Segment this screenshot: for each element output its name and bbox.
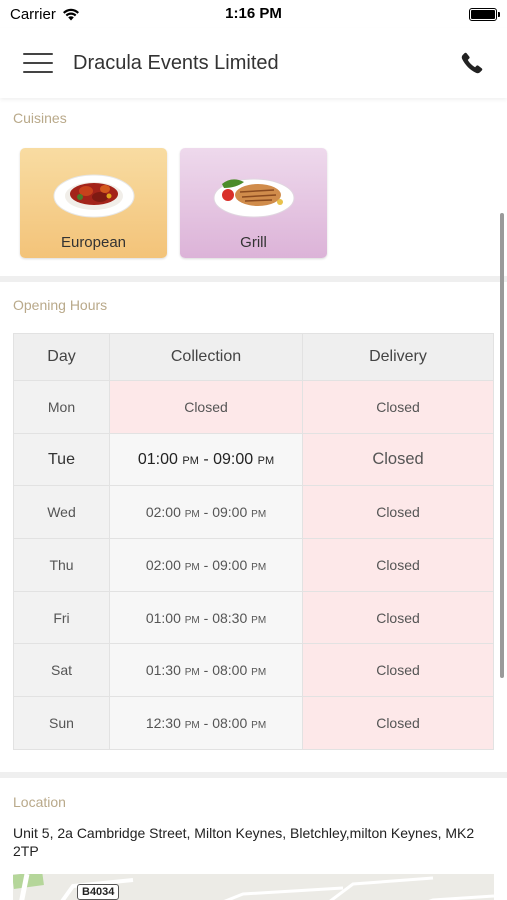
cuisine-card-european[interactable]: European xyxy=(20,148,167,258)
table-row: Tue 01:00 PM - 09:00 PM Closed xyxy=(13,432,494,487)
collection-end: 09:00 xyxy=(213,450,254,468)
collection-cell: 12:30 PM - 08:00 PM xyxy=(109,696,303,750)
delivery-cell: Closed xyxy=(302,643,494,698)
delivery-cell: Closed xyxy=(302,590,494,645)
collection-separator: - xyxy=(203,662,209,679)
collection-end-ampm: PM xyxy=(257,454,275,467)
day-cell: Tue xyxy=(13,432,110,487)
collection-start-ampm: PM xyxy=(184,509,200,521)
collection-start-ampm: PM xyxy=(184,561,200,573)
carrier-label: Carrier xyxy=(10,5,56,23)
collection-start: 01:00 xyxy=(145,609,181,626)
day-cell: Fri xyxy=(13,590,110,645)
collection-start-ampm: PM xyxy=(182,454,199,467)
cuisine-label-grill: Grill xyxy=(240,234,267,251)
table-row: Sat 01:30 PM - 08:00 PM Closed xyxy=(13,643,494,698)
menu-icon[interactable] xyxy=(23,53,53,73)
collection-end: 09:00 xyxy=(212,504,248,521)
collection-end: 08:00 xyxy=(212,662,248,679)
location-section: Location Unit 5, 2a Cambridge Street, Mi… xyxy=(0,778,507,900)
opening-hours-table: Day Collection Delivery Mon Closed Close… xyxy=(13,333,494,750)
collection-cell: 01:00 PM - 09:00 PM xyxy=(109,432,303,487)
delivery-cell: Closed xyxy=(302,432,494,487)
page-title: Dracula Events Limited xyxy=(73,51,279,74)
collection-cell: 02:00 PM - 09:00 PM xyxy=(109,538,303,592)
collection-end-ampm: PM xyxy=(251,614,267,626)
section-title-cuisines: Cuisines xyxy=(13,110,67,126)
delivery-cell: Closed xyxy=(302,696,494,750)
collection-cell: 01:30 PM - 08:00 PM xyxy=(109,643,303,698)
collection-start: 01:00 xyxy=(137,450,178,468)
header-collection: Collection xyxy=(109,333,303,381)
collection-cell: 02:00 PM - 09:00 PM xyxy=(109,485,303,540)
road-label: B4034 xyxy=(77,884,120,900)
opening-hours-section: Opening Hours Day Collection Delivery Mo… xyxy=(0,282,507,772)
collection-end-ampm: PM xyxy=(251,667,267,679)
cuisine-label-european: European xyxy=(60,234,127,251)
european-dish-image xyxy=(53,174,134,218)
collection-end-ampm: PM xyxy=(251,719,267,731)
collection-end: 08:30 xyxy=(212,609,248,626)
collection-separator: - xyxy=(203,609,209,626)
table-row: Wed 02:00 PM - 09:00 PM Closed xyxy=(13,485,494,540)
collection-cell: Closed xyxy=(109,380,303,434)
day-cell: Sun xyxy=(13,696,110,750)
collection-start: 12:30 xyxy=(145,714,181,731)
scrollbar[interactable] xyxy=(500,213,504,678)
collection-start: 02:00 xyxy=(145,556,181,573)
app-header: Dracula Events Limited xyxy=(0,28,507,98)
collection-start-ampm: PM xyxy=(184,614,200,626)
section-title-location: Location xyxy=(13,794,66,810)
collection-end-ampm: PM xyxy=(251,509,267,521)
table-row: Fri 01:00 PM - 08:30 PM Closed xyxy=(13,590,494,645)
collection-separator: - xyxy=(203,450,209,468)
collection-separator: - xyxy=(203,504,209,521)
collection-separator: - xyxy=(203,556,209,573)
collection-start: 01:30 xyxy=(145,662,181,679)
header-delivery: Delivery xyxy=(302,333,494,381)
delivery-cell: Closed xyxy=(302,485,494,540)
delivery-cell: Closed xyxy=(302,380,494,434)
delivery-cell: Closed xyxy=(302,538,494,592)
cuisines-section: Cuisines European Grill xyxy=(0,98,507,276)
status-bar: Carrier 1:16 PM xyxy=(0,0,507,28)
table-row: Mon Closed Closed xyxy=(13,380,494,434)
content: Cuisines European Grill Opening Hours Da… xyxy=(0,98,507,900)
header-day: Day xyxy=(13,333,110,381)
status-left: Carrier xyxy=(10,6,80,23)
table-row: Sun 12:30 PM - 08:00 PM Closed xyxy=(13,696,494,750)
collection-end: 08:00 xyxy=(212,714,248,731)
day-cell: Wed xyxy=(13,485,110,540)
cuisine-card-grill[interactable]: Grill xyxy=(180,148,327,258)
section-title-opening-hours: Opening Hours xyxy=(13,297,108,313)
collection-start-ampm: PM xyxy=(184,719,200,731)
day-cell: Thu xyxy=(13,538,110,592)
collection-end: 09:00 xyxy=(212,556,248,573)
table-header-row: Day Collection Delivery xyxy=(13,333,494,381)
phone-icon[interactable] xyxy=(457,48,487,78)
collection-separator: - xyxy=(203,714,209,731)
collection-start-ampm: PM xyxy=(184,667,200,679)
collection-start: 02:00 xyxy=(145,504,181,521)
day-cell: Sat xyxy=(13,643,110,698)
battery-icon xyxy=(469,7,500,21)
day-cell: Mon xyxy=(13,380,110,434)
collection-cell: 01:00 PM - 08:30 PM xyxy=(109,590,303,645)
address-text: Unit 5, 2a Cambridge Street, Milton Keyn… xyxy=(13,825,475,859)
wifi-icon xyxy=(62,8,79,20)
location-map[interactable]: B4034 xyxy=(13,874,494,900)
grill-dish-image xyxy=(213,178,294,218)
collection-end-ampm: PM xyxy=(251,561,267,573)
table-row: Thu 02:00 PM - 09:00 PM Closed xyxy=(13,538,494,592)
cuisine-list: European Grill xyxy=(0,126,507,258)
